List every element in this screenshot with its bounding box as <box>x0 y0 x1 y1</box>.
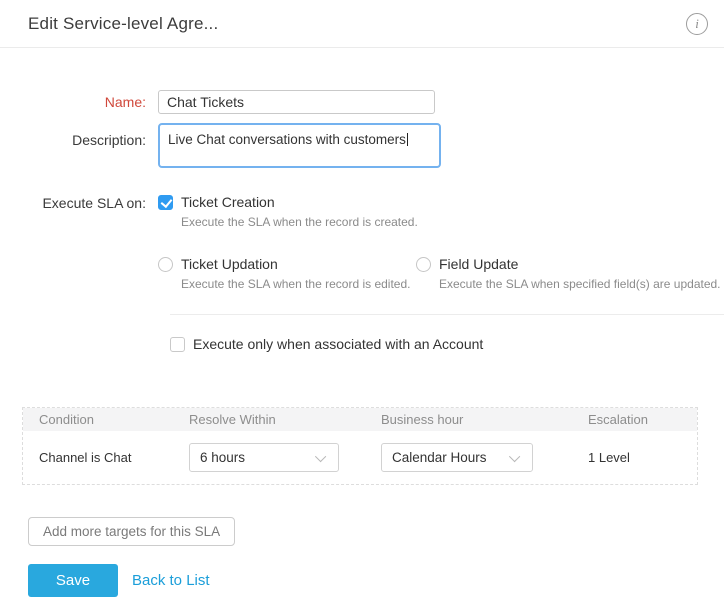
chevron-down-icon <box>315 450 326 461</box>
info-icon[interactable]: i <box>686 13 708 35</box>
option-description: Execute the SLA when the record is edite… <box>181 277 416 291</box>
escalation-value: 1 Level <box>588 450 697 465</box>
option-description: Execute the SLA when the record is creat… <box>181 215 721 229</box>
account-checkbox-label: Execute only when associated with an Acc… <box>193 336 483 352</box>
description-input[interactable]: Live Chat conversations with customers <box>158 123 441 168</box>
table-header-row: Condition Resolve Within Business hour E… <box>23 408 697 431</box>
condition-value: Channel is Chat <box>23 450 189 465</box>
field-update-choice[interactable]: Field Update <box>416 256 721 272</box>
business-hour-cell: Calendar Hours <box>381 443 588 472</box>
execute-sla-label: Execute SLA on: <box>0 194 158 291</box>
add-targets-button[interactable]: Add more targets for this SLA <box>28 517 235 546</box>
table-row: Channel is Chat 6 hours Calendar Hours 1… <box>23 431 697 484</box>
page-title: Edit Service-level Agre... <box>28 14 218 34</box>
option-label: Ticket Creation <box>181 194 275 210</box>
description-row: Description: Live Chat conversations wit… <box>0 123 724 168</box>
account-checkbox-choice[interactable]: Execute only when associated with an Acc… <box>170 336 724 352</box>
dialog-header: Edit Service-level Agre... i <box>0 0 724 48</box>
options-row-2: Ticket Updation Execute the SLA when the… <box>158 256 721 291</box>
sla-form: Name: Description: Live Chat conversatio… <box>0 48 724 352</box>
column-header-resolve-within: Resolve Within <box>189 412 381 427</box>
section-divider <box>170 314 724 315</box>
column-header-business-hour: Business hour <box>381 412 588 427</box>
name-row: Name: <box>0 90 724 114</box>
execute-sla-options: Ticket Creation Execute the SLA when the… <box>158 194 721 291</box>
option-ticket-creation: Ticket Creation Execute the SLA when the… <box>158 194 721 229</box>
sla-targets-table: Condition Resolve Within Business hour E… <box>22 407 698 485</box>
business-hour-value: Calendar Hours <box>392 450 487 465</box>
business-hour-select[interactable]: Calendar Hours <box>381 443 533 472</box>
resolve-within-cell: 6 hours <box>189 443 381 472</box>
chevron-down-icon <box>509 450 520 461</box>
name-input[interactable] <box>158 90 435 114</box>
text-cursor <box>407 133 408 146</box>
resolve-within-select[interactable]: 6 hours <box>189 443 339 472</box>
name-label: Name: <box>0 94 158 110</box>
option-field-update: Field Update Execute the SLA when specif… <box>416 256 721 291</box>
option-ticket-updation: Ticket Updation Execute the SLA when the… <box>158 256 416 291</box>
ticket-updation-choice[interactable]: Ticket Updation <box>158 256 416 272</box>
back-to-list-link[interactable]: Back to List <box>132 572 210 589</box>
resolve-within-value: 6 hours <box>200 450 245 465</box>
option-label: Field Update <box>439 256 518 272</box>
option-label: Ticket Updation <box>181 256 278 272</box>
actions-row: Save Back to List <box>28 564 724 597</box>
description-value: Live Chat conversations with customers <box>168 132 406 147</box>
column-header-escalation: Escalation <box>588 412 697 427</box>
checkbox-unchecked-icon[interactable] <box>170 337 185 352</box>
description-label: Description: <box>0 123 158 168</box>
save-button[interactable]: Save <box>28 564 118 597</box>
execute-sla-row: Execute SLA on: Ticket Creation Execute … <box>0 194 724 291</box>
checkbox-checked-icon[interactable] <box>158 195 173 210</box>
radio-unchecked-icon[interactable] <box>158 257 173 272</box>
option-description: Execute the SLA when specified field(s) … <box>439 277 721 291</box>
column-header-condition: Condition <box>23 412 189 427</box>
ticket-creation-choice[interactable]: Ticket Creation <box>158 194 721 210</box>
radio-unchecked-icon[interactable] <box>416 257 431 272</box>
account-checkbox-row: Execute only when associated with an Acc… <box>0 336 724 352</box>
